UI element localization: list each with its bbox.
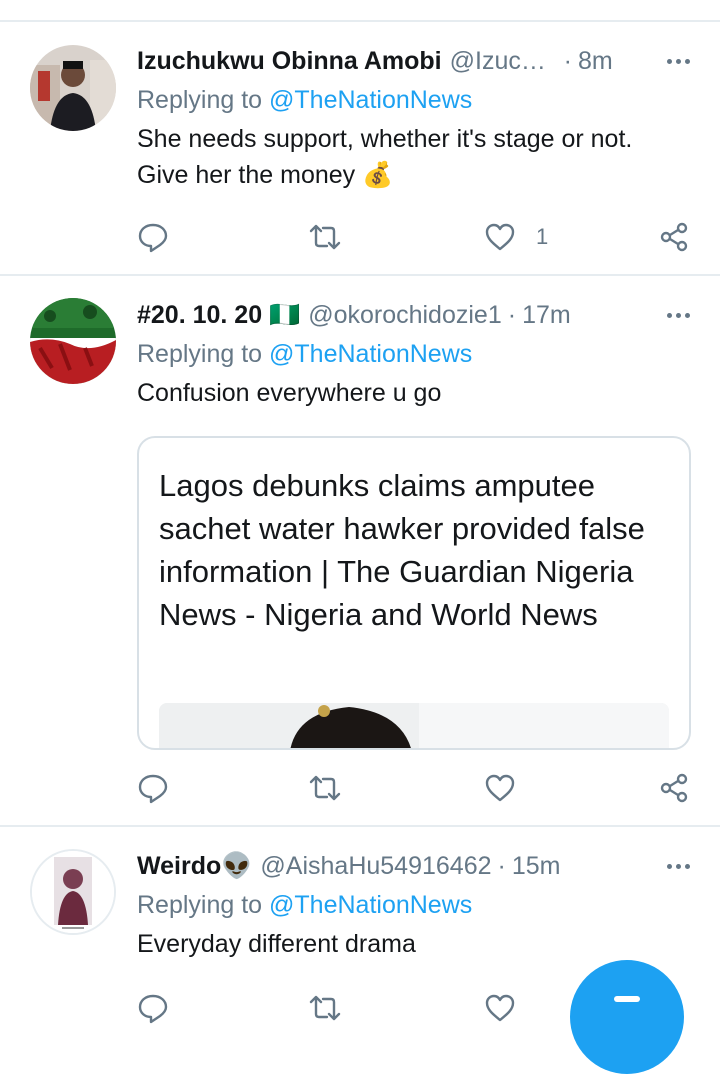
like-icon [485, 774, 515, 802]
mention-link[interactable]: @TheNationNews [269, 86, 472, 114]
retweet-icon [309, 775, 341, 801]
tweet-text: She needs support, whether it's stage or… [137, 125, 633, 189]
share-icon [660, 222, 688, 252]
reply-button[interactable] [137, 217, 169, 257]
top-divider [0, 20, 720, 22]
replying-to: Replying to @TheNationNews [137, 79, 690, 121]
tweet-header: #20. 10. 20 🇳🇬 @okorochidozie1 · 17m [137, 297, 690, 333]
like-button[interactable]: 1 [484, 217, 548, 257]
retweet-icon [309, 995, 341, 1021]
separator-dot: · [507, 300, 517, 329]
reply-button[interactable] [137, 988, 169, 1028]
tweet[interactable]: Izuchukwu Obinna Amobi @Izuch… · 8m Repl… [137, 43, 690, 193]
replying-to-label: Replying to [137, 891, 263, 919]
reply-icon [138, 223, 168, 253]
separator-dot: · [563, 46, 572, 75]
mention-link[interactable]: @TheNationNews [269, 891, 472, 919]
like-icon [485, 223, 515, 251]
reply-icon [138, 774, 168, 804]
tweet-divider [0, 274, 720, 276]
retweet-button[interactable] [307, 988, 343, 1028]
timestamp[interactable]: 8m [578, 47, 613, 76]
replying-to: Replying to @TheNationNews [137, 884, 690, 926]
replying-to: Replying to @TheNationNews [137, 333, 690, 375]
tweet-actions [137, 768, 697, 808]
avatar[interactable] [30, 849, 116, 935]
like-button[interactable] [484, 768, 516, 808]
avatar[interactable] [30, 298, 116, 384]
share-button[interactable] [658, 768, 690, 808]
timestamp[interactable]: 17m [522, 301, 571, 330]
tweet-divider [0, 825, 720, 827]
mention-link[interactable]: @TheNationNews [269, 340, 472, 368]
more-icon[interactable] [667, 43, 690, 79]
tweet-text: Everyday different drama [137, 930, 416, 958]
retweet-icon [309, 224, 341, 250]
replying-to-label: Replying to [137, 86, 263, 114]
reply-button[interactable] [137, 768, 169, 808]
compose-icon [614, 996, 640, 1002]
display-name[interactable]: Izuchukwu Obinna Amobi [137, 47, 442, 76]
retweet-button[interactable] [307, 217, 343, 257]
more-icon[interactable] [667, 297, 690, 333]
tweet-actions: 1 [137, 217, 697, 257]
tweet-text: Confusion everywhere u go [137, 379, 442, 407]
avatar[interactable] [30, 45, 116, 131]
card-title: Lagos debunks claims amputee sachet wate… [159, 468, 645, 632]
tweet-header: Weirdo👽 @AishaHu54916462 · 15m [137, 848, 690, 884]
compose-button[interactable] [570, 960, 684, 1074]
card-image [159, 703, 669, 748]
tweet[interactable]: #20. 10. 20 🇳🇬 @okorochidozie1 · 17m Rep… [137, 297, 690, 411]
reply-icon [138, 994, 168, 1024]
handle[interactable]: @okorochidozie1 [308, 301, 502, 330]
more-icon[interactable] [667, 848, 690, 884]
retweet-button[interactable] [307, 768, 343, 808]
timestamp[interactable]: 15m [512, 852, 561, 881]
share-button[interactable] [658, 217, 690, 257]
handle[interactable]: @Izuch… [450, 47, 558, 76]
like-button[interactable] [484, 988, 516, 1028]
link-card[interactable]: Lagos debunks claims amputee sachet wate… [137, 436, 691, 750]
display-name[interactable]: #20. 10. 20 🇳🇬 [137, 301, 300, 330]
like-count: 1 [536, 224, 549, 249]
tweet-header: Izuchukwu Obinna Amobi @Izuch… · 8m [137, 43, 690, 79]
display-name[interactable]: Weirdo👽 [137, 852, 252, 881]
separator-dot: · [497, 851, 506, 880]
tweet[interactable]: Weirdo👽 @AishaHu54916462 · 15m Replying … [137, 848, 690, 962]
replying-to-label: Replying to [137, 340, 263, 368]
like-icon [485, 994, 515, 1022]
handle[interactable]: @AishaHu54916462 [260, 852, 491, 881]
share-icon [660, 773, 688, 803]
